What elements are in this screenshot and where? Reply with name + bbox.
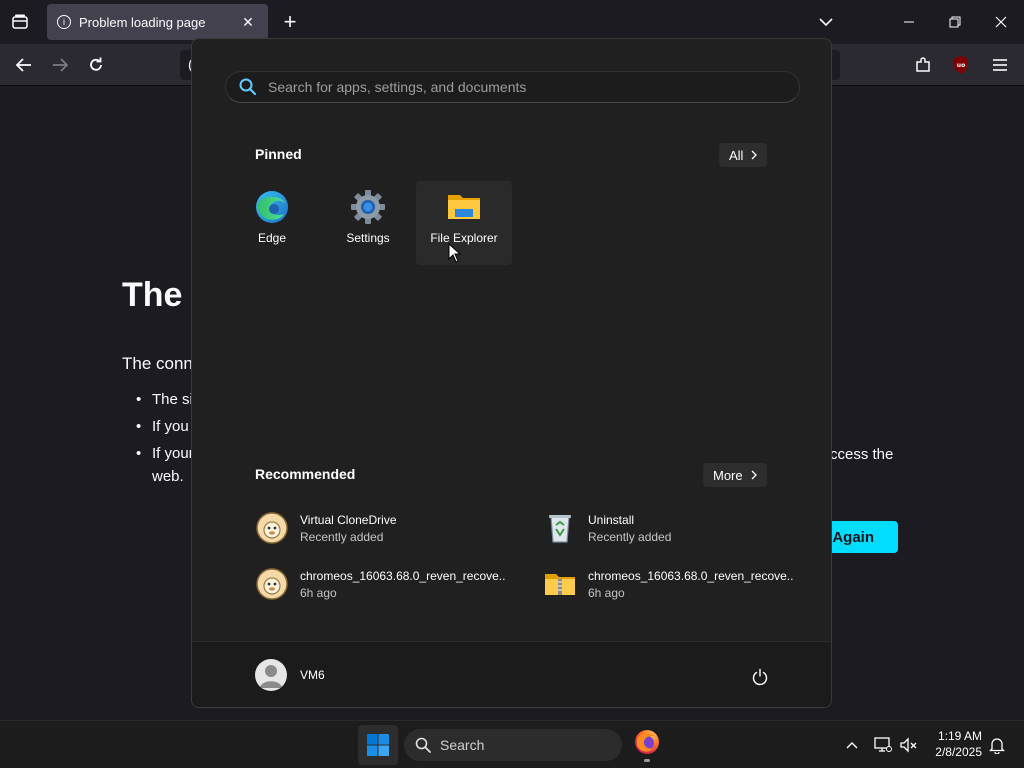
- taskbar-search-label: Search: [440, 737, 485, 753]
- recommended-item[interactable]: chromeos_16063.68.0_reven_recove... 6h a…: [255, 564, 525, 604]
- user-avatar[interactable]: [255, 659, 287, 691]
- network-icon[interactable]: [871, 733, 895, 757]
- recommended-item[interactable]: Virtual CloneDrive Recently added: [255, 508, 525, 548]
- error-description: The conn: [122, 354, 193, 373]
- user-icon: [260, 665, 282, 688]
- start-menu: Search for apps, settings, and documents…: [191, 38, 832, 708]
- pinned-app-label: Edge: [257, 231, 287, 245]
- chevron-right-icon: [751, 150, 758, 160]
- pinned-app-edge[interactable]: Edge: [224, 181, 320, 265]
- info-icon: i: [57, 15, 71, 29]
- new-tab-button[interactable]: +: [276, 8, 304, 36]
- edge-icon: [256, 191, 288, 223]
- firefox-view-icon[interactable]: [6, 8, 34, 36]
- back-arrow-icon[interactable]: [9, 50, 39, 80]
- start-search-box[interactable]: Search for apps, settings, and documents: [225, 71, 800, 103]
- more-label: More: [713, 467, 743, 483]
- minimize-icon[interactable]: [894, 8, 924, 36]
- list-all-tabs-chevron-icon[interactable]: [812, 8, 840, 36]
- start-menu-footer: VM6: [192, 641, 831, 707]
- recommended-item[interactable]: chromeos_16063.68.0_reven_recove... 6h a…: [543, 564, 813, 604]
- restore-icon[interactable]: [940, 8, 970, 36]
- notification-bell-icon[interactable]: [985, 733, 1009, 757]
- all-apps-label: All: [729, 147, 744, 163]
- recommended-item-name: chromeos_16063.68.0_reven_recove...: [588, 568, 793, 583]
- all-apps-button[interactable]: All: [719, 143, 768, 167]
- recommended-item-subtitle: Recently added: [588, 529, 672, 544]
- extensions-puzzle-icon[interactable]: [908, 50, 938, 80]
- pinned-app-settings[interactable]: Settings: [320, 181, 416, 265]
- recommended-item-subtitle: Recently added: [300, 529, 384, 544]
- browser-tab[interactable]: i Problem loading page ✕: [47, 4, 268, 40]
- sheep-icon: [256, 512, 288, 544]
- recommended-item-subtitle: 6h ago: [300, 585, 337, 600]
- search-icon: [239, 78, 257, 96]
- zip-folder-icon: [545, 574, 575, 595]
- windows-logo-icon: [367, 734, 389, 756]
- recommended-item[interactable]: Uninstall Recently added: [543, 508, 813, 548]
- pinned-heading: Pinned: [255, 146, 302, 162]
- start-button[interactable]: [358, 725, 398, 765]
- pinned-app-label: File Explorer: [430, 231, 498, 245]
- system-clock[interactable]: 1:19 AM 2/8/2025: [926, 728, 982, 760]
- more-button[interactable]: More: [703, 463, 767, 487]
- forward-arrow-icon[interactable]: [45, 50, 75, 80]
- suggestion-fragment: ccess the: [830, 446, 894, 463]
- sheep-icon: [256, 568, 288, 600]
- close-tab-icon[interactable]: ✕: [238, 14, 258, 31]
- reload-icon[interactable]: [81, 50, 111, 80]
- close-window-icon[interactable]: [986, 8, 1016, 36]
- power-icon[interactable]: [746, 663, 774, 691]
- clock-date: 2/8/2025: [935, 745, 982, 759]
- mouse-cursor-icon: [448, 243, 462, 263]
- recommended-heading: Recommended: [255, 466, 356, 482]
- user-name[interactable]: VM6: [300, 668, 325, 682]
- taskbar-search-box[interactable]: Search: [404, 729, 622, 761]
- running-indicator: [644, 758, 650, 762]
- chevron-right-icon: [751, 470, 757, 480]
- clock-time: 1:19 AM: [937, 729, 982, 743]
- recommended-item-name: chromeos_16063.68.0_reven_recove...: [300, 568, 505, 583]
- recommended-item-name: Uninstall: [588, 512, 635, 527]
- pinned-app-file-explorer[interactable]: File Explorer: [416, 181, 512, 265]
- suggestion-continuation: web.: [152, 468, 184, 485]
- search-placeholder: Search for apps, settings, and documents: [268, 79, 527, 95]
- firefox-icon: [635, 729, 659, 754]
- recycle-bin-icon: [549, 515, 571, 543]
- recommended-item-subtitle: 6h ago: [588, 585, 625, 600]
- folder-icon: [448, 195, 480, 219]
- search-icon: [415, 737, 431, 753]
- show-hidden-icons-chevron-icon[interactable]: [840, 733, 864, 757]
- svg-text:uo: uo: [957, 62, 965, 69]
- ublock-shield-icon[interactable]: uo: [946, 50, 976, 80]
- recommended-item-name: Virtual CloneDrive: [300, 512, 397, 527]
- hamburger-menu-icon[interactable]: [985, 50, 1015, 80]
- volume-muted-icon[interactable]: [897, 733, 921, 757]
- taskbar: Search 1:19 AM 2/8/2025: [0, 720, 1024, 768]
- pinned-app-label: Settings: [346, 231, 390, 245]
- taskbar-firefox[interactable]: [630, 727, 664, 763]
- tab-title: Problem loading page: [79, 14, 206, 30]
- settings-gear-icon: [351, 190, 385, 224]
